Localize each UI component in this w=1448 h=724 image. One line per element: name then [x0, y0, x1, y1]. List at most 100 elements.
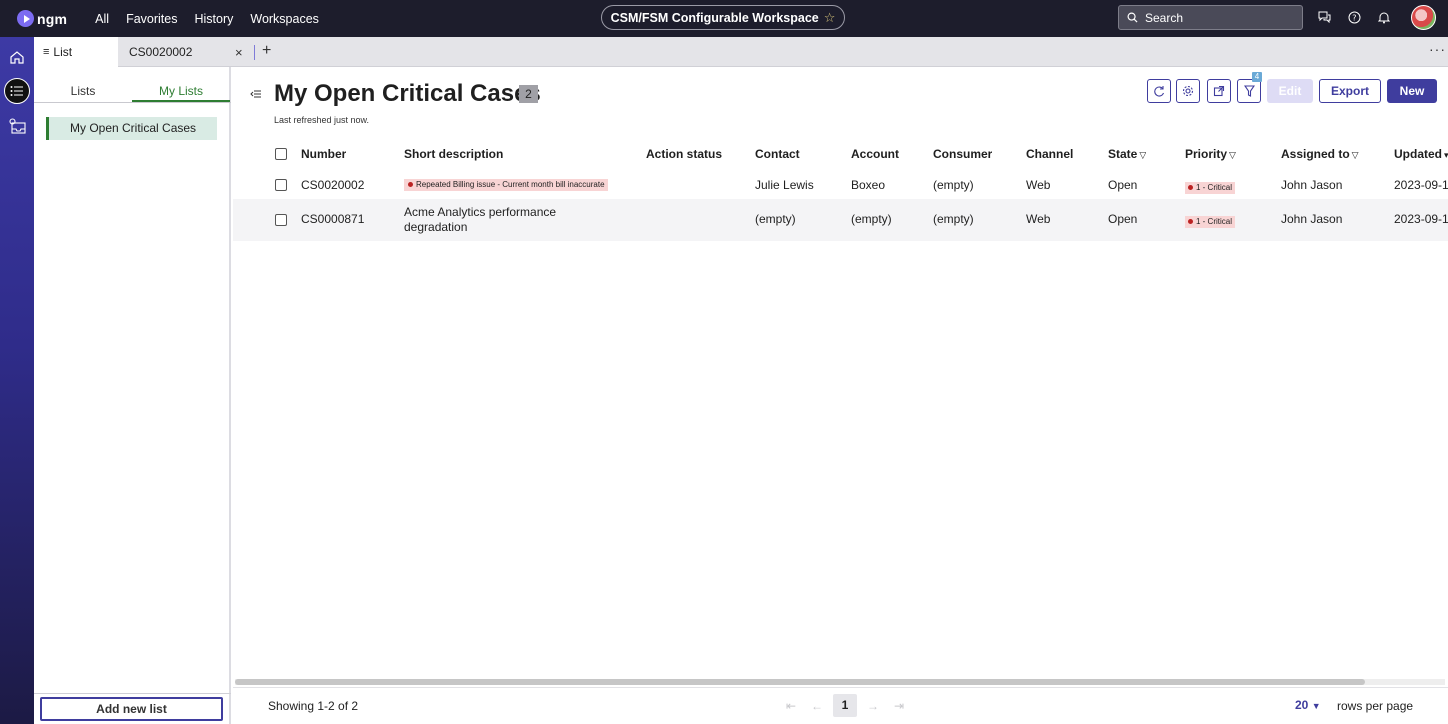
prev-page-icon[interactable]: ← [804, 699, 830, 713]
tab-my-lists[interactable]: My Lists [132, 79, 230, 102]
gear-icon [1182, 85, 1194, 97]
bell-icon[interactable] [1376, 9, 1392, 25]
short-description: Repeated Billing issue - Current month b… [404, 179, 608, 194]
add-new-list-button[interactable]: Add new list [40, 697, 223, 721]
description-tag: Repeated Billing issue - Current month b… [404, 179, 608, 191]
select-all-checkbox[interactable] [275, 148, 287, 160]
chat-icon[interactable] [1316, 9, 1332, 25]
case-number-link[interactable]: CS0000871 [301, 212, 364, 226]
channel: Web [1026, 178, 1051, 192]
settings-button[interactable] [1176, 79, 1200, 103]
nav-history[interactable]: History [194, 12, 233, 26]
column-header-account[interactable]: Account [851, 147, 899, 161]
row-checkbox[interactable] [275, 179, 287, 191]
pagination: ⇤ ← 1 → ⇥ [778, 694, 912, 717]
nav-favorites[interactable]: Favorites [126, 12, 177, 26]
column-header-short-description[interactable]: Short description [404, 147, 503, 161]
workspace-title-pill[interactable]: CSM/FSM Configurable Workspace ☆ [601, 5, 845, 30]
refresh-icon [1154, 86, 1165, 97]
consumer: (empty) [933, 178, 974, 192]
edit-button[interactable]: Edit [1267, 79, 1313, 103]
nav-all[interactable]: All [95, 12, 109, 26]
help-icon[interactable]: ? [1346, 9, 1362, 25]
add-tab-icon[interactable]: + [262, 42, 271, 60]
search-icon [1127, 12, 1138, 23]
row-checkbox[interactable] [275, 214, 287, 226]
column-header-updated[interactable]: Updated ▾ [1394, 147, 1448, 161]
assigned-to-link[interactable]: John Jason [1281, 178, 1342, 192]
filter-icon: ▽ [1229, 150, 1236, 160]
consumer: (empty) [933, 212, 974, 226]
tab-lists[interactable]: Lists [34, 79, 132, 102]
column-header-consumer[interactable]: Consumer [933, 147, 992, 161]
app-logo[interactable]: ngm [17, 10, 67, 27]
new-button[interactable]: New [1387, 79, 1437, 103]
list-icon[interactable] [4, 78, 30, 104]
tab-case[interactable]: CS0020002 [118, 37, 248, 67]
record-count-badge: 2 [519, 85, 538, 103]
more-icon[interactable]: ··· [1429, 41, 1446, 57]
column-header-channel[interactable]: Channel [1026, 147, 1073, 161]
list-item-my-open-critical-cases[interactable]: My Open Critical Cases [46, 117, 217, 140]
column-header-state[interactable]: State ▽ [1108, 147, 1146, 161]
scrollbar-thumb[interactable] [235, 679, 1365, 685]
rows-per-page-select[interactable]: 20 ▼ [1295, 698, 1321, 712]
filter-count-badge: 4 [1252, 72, 1262, 82]
records-table: Number Short description Action status C… [233, 139, 1448, 241]
rows-per-page-value: 20 [1295, 698, 1309, 712]
tab-list[interactable]: ≡ List [34, 37, 118, 67]
top-nav: All Favorites History Workspaces [95, 12, 336, 26]
star-icon[interactable]: ☆ [824, 10, 836, 26]
open-external-button[interactable] [1207, 79, 1231, 103]
first-page-icon[interactable]: ⇤ [778, 699, 804, 713]
state: Open [1108, 212, 1138, 226]
last-page-icon[interactable]: ⇥ [886, 699, 912, 713]
nav-workspaces[interactable]: Workspaces [250, 12, 319, 26]
case-number-link[interactable]: CS0020002 [301, 178, 364, 192]
collapse-panel-icon[interactable] [250, 88, 262, 102]
top-bar: ngm All Favorites History Workspaces CSM… [0, 0, 1448, 37]
tab-case-label: CS0020002 [129, 45, 193, 59]
column-header-assigned-to[interactable]: Assigned to ▽ [1281, 147, 1359, 161]
filter-icon [1243, 85, 1255, 97]
left-rail [0, 37, 34, 724]
close-icon[interactable]: × [235, 45, 243, 60]
inbox-icon[interactable] [4, 113, 30, 139]
priority-tag: 1 - Critical [1185, 182, 1236, 194]
filter-button[interactable] [1237, 79, 1261, 103]
last-refreshed-text: Last refreshed just now. [274, 115, 370, 125]
current-page[interactable]: 1 [833, 694, 857, 717]
next-page-icon[interactable]: → [860, 699, 886, 713]
updated: 2023-09-1 [1394, 212, 1448, 226]
column-header-updated-label: Updated [1394, 147, 1442, 161]
column-header-assigned-to-label: Assigned to [1281, 147, 1350, 161]
search-input[interactable]: Search [1118, 5, 1303, 30]
filter-icon: ▽ [1139, 150, 1147, 160]
column-header-action-status[interactable]: Action status [646, 147, 722, 161]
user-avatar[interactable] [1411, 5, 1436, 30]
priority-text: 1 - Critical [1196, 183, 1233, 192]
column-header-priority-label: Priority [1185, 147, 1228, 161]
column-header-priority[interactable]: Priority ▽ [1185, 147, 1236, 161]
horizontal-scrollbar[interactable] [235, 679, 1445, 685]
updated: 2023-09-1 [1394, 178, 1448, 192]
critical-dot-icon [1188, 185, 1193, 191]
assigned-to-link[interactable]: John Jason [1281, 212, 1342, 226]
table-row[interactable]: CS0020002 Repeated Billing issue - Curre… [233, 169, 1448, 199]
logo-text: ngm [37, 10, 68, 27]
svg-text:?: ? [1352, 13, 1356, 22]
table-row[interactable]: CS0000871 Acme Analytics performance deg… [233, 199, 1448, 241]
home-icon[interactable] [4, 44, 30, 70]
account: (empty) [851, 212, 892, 226]
channel: Web [1026, 212, 1051, 226]
refresh-button[interactable] [1147, 79, 1171, 103]
tab-list-label: List [53, 45, 73, 59]
contact-link[interactable]: Julie Lewis [755, 178, 814, 192]
column-header-number[interactable]: Number [301, 147, 346, 161]
state: Open [1108, 178, 1138, 192]
export-button[interactable]: Export [1319, 79, 1381, 103]
divider [34, 693, 231, 694]
column-header-contact[interactable]: Contact [755, 147, 800, 161]
account-link[interactable]: Boxeo [851, 178, 885, 192]
tab-divider [254, 45, 255, 60]
